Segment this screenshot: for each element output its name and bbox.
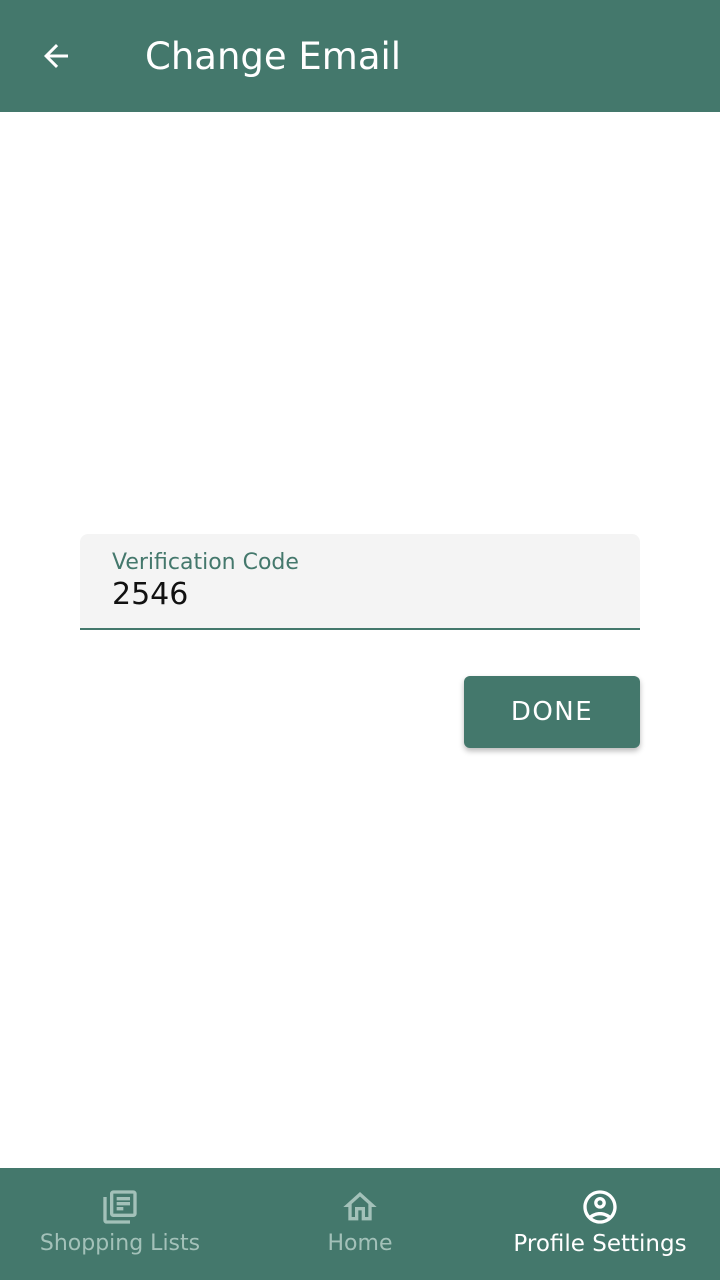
page-title: Change Email	[145, 34, 402, 78]
nav-item-home[interactable]: Home	[240, 1168, 480, 1280]
account-circle-icon	[580, 1187, 620, 1227]
top-app-bar: Change Email	[0, 0, 720, 112]
bottom-navigation: Shopping Lists Home Profile Settings	[0, 1168, 720, 1280]
nav-label-shopping-lists: Shopping Lists	[39, 1231, 201, 1256]
back-button[interactable]	[20, 20, 92, 92]
nav-item-shopping-lists[interactable]: Shopping Lists	[0, 1168, 240, 1280]
nav-label-home: Home	[327, 1231, 393, 1256]
home-icon	[340, 1187, 380, 1227]
done-button[interactable]: DONE	[464, 676, 640, 748]
change-email-screen: Change Email Verification Code DONE Shop…	[0, 0, 720, 1280]
verification-code-input[interactable]	[112, 574, 612, 614]
verification-code-field[interactable]: Verification Code	[80, 534, 640, 630]
nav-item-profile-settings[interactable]: Profile Settings	[480, 1168, 720, 1280]
list-icon	[100, 1187, 140, 1227]
nav-label-profile-settings: Profile Settings	[513, 1231, 687, 1257]
verification-code-label: Verification Code	[112, 550, 299, 575]
arrow-left-icon	[44, 44, 68, 68]
